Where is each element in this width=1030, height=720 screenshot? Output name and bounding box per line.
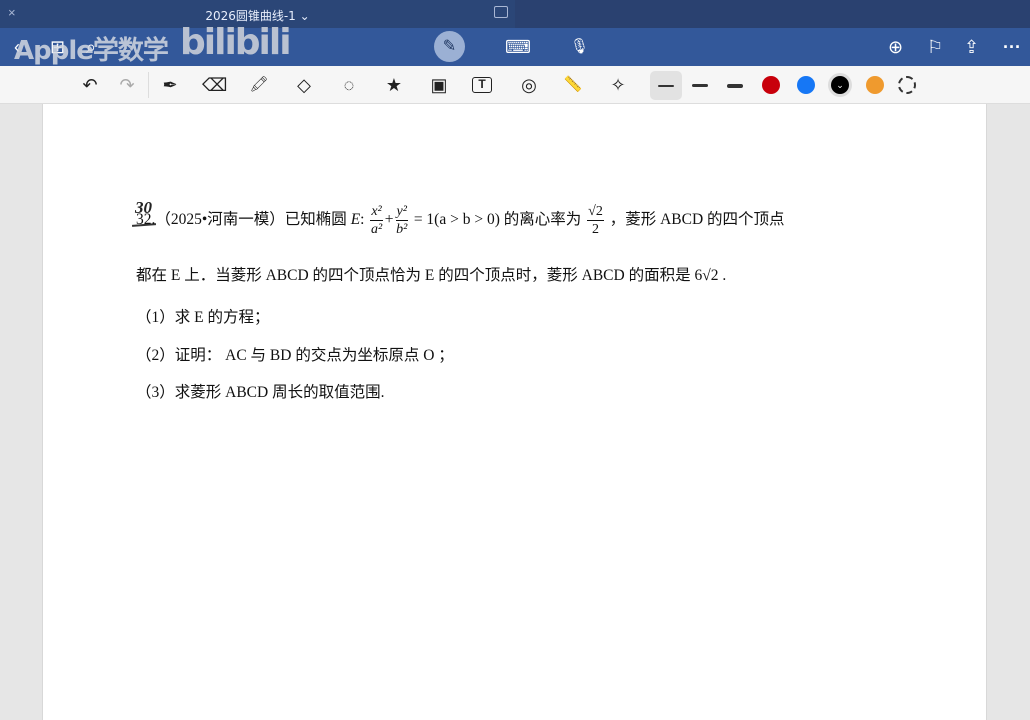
pen-mode-button[interactable]: ✎	[434, 31, 465, 62]
more-icon[interactable]: ···	[1003, 36, 1021, 58]
thickness-medium[interactable]	[684, 71, 716, 100]
denominator: b²	[396, 222, 408, 237]
color-blue[interactable]	[797, 76, 815, 94]
lasso-icon[interactable]: ◌	[337, 74, 361, 96]
shapes-icon[interactable]: ◇	[292, 74, 316, 96]
text-tool-icon[interactable]: T	[472, 77, 492, 93]
title-bar-right	[515, 0, 1030, 28]
highlighter-icon[interactable]: 🖍	[247, 74, 271, 96]
undo-icon[interactable]: ↶	[78, 74, 102, 96]
denominator: 2	[591, 222, 599, 237]
equation-rhs: = 1(a > b > 0)	[413, 211, 500, 229]
watermark-text: Apple学数学	[14, 36, 169, 66]
ellipse-label: E	[350, 211, 361, 229]
question-line-2: 都在 E 上．当菱形 ABCD 的四个顶点恰为 E 的四个顶点时，菱形 ABCD…	[136, 267, 727, 284]
line1-suffix: ，菱形 ABCD 的四个顶点	[609, 211, 785, 229]
microphone-icon[interactable]: 🎙	[570, 36, 589, 58]
document-page[interactable]	[42, 104, 987, 720]
colon: :	[360, 211, 365, 229]
keyboard-icon[interactable]: ⌨	[505, 36, 531, 58]
bookmark-icon[interactable]: ⚐	[927, 36, 943, 58]
ruler-icon[interactable]: 📏	[561, 74, 585, 96]
question-part-3: （3）求菱形 ABCD 周长的取值范围.	[136, 384, 385, 401]
thickness-thick[interactable]	[719, 71, 751, 100]
color-black-selected[interactable]: ⌄	[831, 76, 849, 94]
share-icon[interactable]: ⇪	[964, 36, 979, 58]
laser-pointer-icon[interactable]: ✧	[606, 74, 630, 96]
sticker-icon[interactable]: ★	[382, 74, 406, 96]
eccentricity-text: 的离心率为	[503, 211, 582, 229]
numerator: y²	[395, 204, 408, 221]
nav-bar: ‹ ⊞ ⌕ Apple学数学 bilibili ✎ ⌨ 🎙 ⊕ ⚐ ⇪ ···	[0, 22, 1030, 66]
numerator: √2	[587, 204, 604, 221]
bilibili-logo: bilibili	[180, 22, 292, 63]
image-icon[interactable]: ▣	[427, 74, 451, 96]
eraser-icon[interactable]: ⌫	[202, 74, 227, 96]
pen-tool-icon[interactable]: ✒	[158, 74, 182, 96]
drawing-toolbar: ↶ ↷ ✒ ⌫ 🖍 ◇ ◌ ★ ▣ T ◎ 📏 ✧ ⌄	[0, 66, 1030, 104]
fraction-y: y² b²	[395, 203, 408, 238]
thickness-thin[interactable]	[650, 71, 682, 100]
numerator: x²	[370, 204, 383, 221]
add-page-icon[interactable]: ⊕	[888, 36, 903, 58]
denominator: a²	[370, 222, 383, 237]
camera-icon[interactable]: ◎	[517, 74, 541, 96]
color-red[interactable]	[762, 76, 780, 94]
line1-prefix: 32.（2025•河南一模）已知椭圆	[136, 211, 347, 229]
redo-icon[interactable]: ↷	[115, 74, 139, 96]
add-color-icon[interactable]	[898, 76, 916, 94]
fraction-x: x² a²	[370, 203, 383, 238]
toolbar-divider	[148, 72, 149, 98]
title-bar: × 2026圆锥曲线-1 ⌄	[0, 0, 1030, 28]
split-view-icon[interactable]	[494, 6, 508, 18]
question-line-1: 32.（2025•河南一模）已知椭圆 E: x² a² + y² b² = 1(a > …	[136, 203, 785, 238]
question-part-2: （2）证明： AC 与 BD 的交点为坐标原点 O ；	[136, 347, 454, 364]
question-part-1: （1）求 E 的方程；	[136, 309, 270, 326]
fraction-sqrt2: √2 2	[587, 203, 604, 238]
color-orange[interactable]	[866, 76, 884, 94]
